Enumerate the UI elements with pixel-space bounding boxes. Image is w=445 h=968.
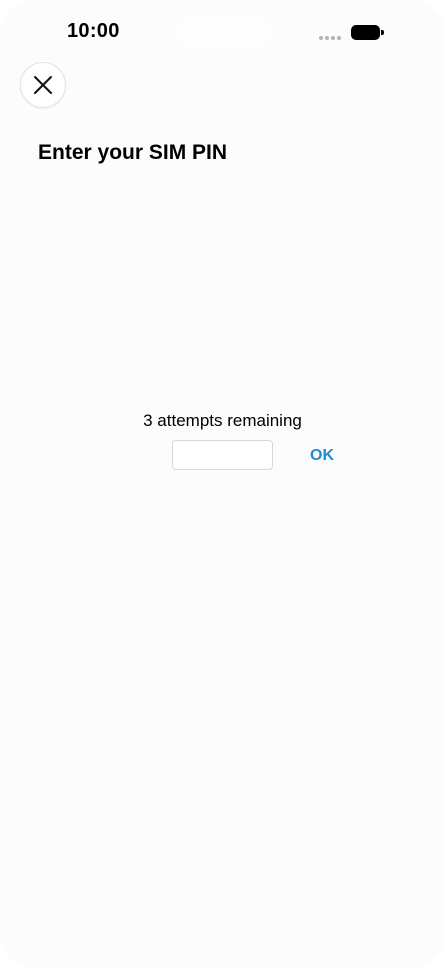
page-title: Enter your SIM PIN	[38, 141, 228, 164]
status-bar: 10:00	[0, 0, 445, 60]
sim-pin-input[interactable]	[172, 440, 273, 470]
signal-dots-icon	[319, 36, 341, 40]
close-button[interactable]	[20, 62, 66, 108]
battery-icon	[351, 25, 385, 40]
ok-button[interactable]: OK	[304, 444, 340, 468]
sim-pin-screen: 10:00 Enter your SIM PIN 3 attempts rema…	[0, 0, 445, 968]
attempts-remaining-text: 3 attempts remaining	[143, 411, 302, 430]
dynamic-island	[176, 14, 271, 50]
close-icon	[34, 76, 52, 94]
status-time: 10:00	[67, 20, 120, 42]
